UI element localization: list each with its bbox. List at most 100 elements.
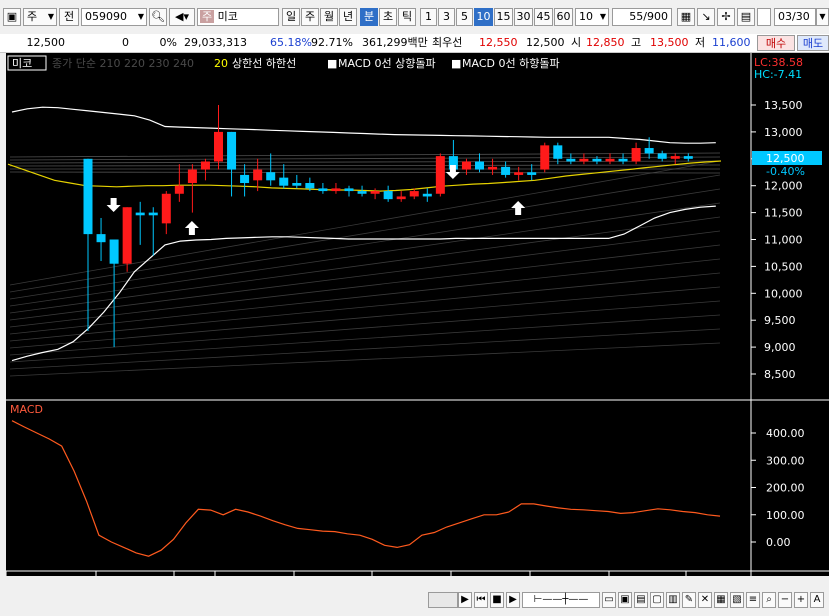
code-input[interactable]: 059090 ▼ [81,8,147,26]
grid-icon[interactable]: ▦ [677,8,695,26]
legend-ma-num: 20 [214,57,228,70]
interval-60[interactable]: 60 [554,8,573,26]
macd-line [11,420,721,557]
font-size-icon[interactable]: A [810,592,824,608]
candle-body [292,183,302,186]
speaker-icon[interactable]: ◀▾ [169,8,195,26]
crosshair-icon[interactable]: ✢ [717,8,735,26]
checkbox[interactable] [757,8,771,26]
tab-minute[interactable]: 분 [360,8,378,26]
first-icon[interactable]: ⏮ [474,592,488,608]
legend-band: 상한선 하한선 [232,56,296,70]
candle-body [148,212,158,216]
list-icon[interactable]: ≡ [746,592,760,608]
time-label: 15:30:00 [762,574,811,576]
search-icon[interactable]: 🔍︎ [149,8,167,26]
interval-5[interactable]: 5 [456,8,473,26]
up-arrow-icon [511,201,526,215]
interval-select-value: 10 [579,10,593,23]
interval-3[interactable]: 3 [438,8,455,26]
candle-body [161,193,171,224]
candle-body [383,191,393,200]
buy-button[interactable]: 매수 [757,35,795,51]
candle-body [96,234,106,243]
candle-body [488,166,498,170]
candle-body [370,191,380,194]
layout-icon[interactable]: ▤ [634,592,648,608]
interval-1[interactable]: 1 [420,8,437,26]
stock-name-field[interactable]: 주 미코 [197,8,279,26]
tab-year[interactable]: 년 [339,8,357,26]
zoom-in-icon[interactable]: + [794,592,808,608]
sell-button[interactable]: 매도 [797,35,829,51]
search-icon[interactable]: ⌕ [762,592,776,608]
legend-macd-up-marker: ■ [327,57,337,70]
quote-open: 12,850 [586,36,625,49]
chart-type-icon[interactable]: ▥ [666,592,680,608]
macd-axis: 400.00 300.00 200.00 100.00 0.00 [751,427,805,549]
quote-high-label: 고 [631,36,642,49]
print-icon[interactable]: ▦ [714,592,728,608]
candle-body [227,131,237,170]
interval-30[interactable]: 30 [514,8,533,26]
price-label: 9,500 [764,314,796,327]
chevron-down-icon[interactable]: ▼ [816,8,829,26]
interval-45[interactable]: 45 [534,8,553,26]
candle-body [318,188,328,192]
candle-body [566,158,576,162]
date-input[interactable]: 03/30 [774,8,816,26]
up-arrow-icon [184,221,199,235]
interval-select[interactable]: 10 ▼ [575,8,609,26]
candle-body [422,193,432,197]
candle-body [187,169,197,184]
play-icon[interactable]: ▶ [506,592,520,608]
range-input[interactable]: 55/900 [612,8,672,26]
mark-icon[interactable]: ✕ [698,592,712,608]
tab-week[interactable]: 주 [301,8,319,26]
channel-line [9,164,721,167]
candle-body [214,131,223,162]
interval-15[interactable]: 15 [494,8,513,26]
chevron-down-icon: ▼ [137,12,144,21]
zoom-out-icon[interactable]: − [778,592,792,608]
quote-volume: 29,033,313 [184,36,247,49]
zoom-slider[interactable]: ⊢——┼—— [522,592,600,608]
period-dropdown[interactable]: 주 ▼ [23,8,57,26]
box-icon[interactable]: ▢ [650,592,664,608]
tool-icon[interactable]: ✎ [682,592,696,608]
channel-line [9,328,721,370]
copy-icon[interactable]: ▣ [618,592,632,608]
scroll-track[interactable] [428,592,458,608]
candle-body [240,174,250,184]
price-label: 9,000 [764,341,796,354]
view-icon[interactable]: ▭ [602,592,616,608]
channel-line [9,160,721,286]
settings-icon[interactable]: ▤ [737,8,755,26]
prev-button[interactable]: 전 [59,8,79,26]
candle-body [83,158,93,235]
period-label: 주 [27,10,38,23]
macd-label: 0.00 [766,536,791,549]
upper-band-line [11,106,716,144]
stop-icon[interactable]: ■ [490,592,504,608]
save-icon[interactable]: ▧ [730,592,744,608]
candle-body [670,156,680,159]
quote-current: 12,500 [526,36,565,49]
price-label: 12,000 [764,180,803,193]
tab-tick[interactable]: 틱 [398,8,416,26]
candle-body [605,158,615,162]
candle-body [331,188,341,192]
interval-10[interactable]: 10 [474,8,493,26]
tab-month[interactable]: 월 [320,8,338,26]
window-icon[interactable]: ▣ [3,8,21,26]
price-label: 8,500 [764,368,796,381]
draw-tool-icon[interactable]: ↘ [697,8,715,26]
tab-day[interactable]: 일 [282,8,300,26]
scroll-right-icon[interactable]: ▶ [458,592,472,608]
chart-area[interactable]: 미코 종가 단순 210 220 230 240 20 상한선 하한선 ■ MA… [5,53,829,587]
channel-line [9,216,721,314]
candle-body [514,172,524,175]
candle-body [631,148,641,162]
candle-body [657,153,667,159]
tab-second[interactable]: 초 [379,8,397,26]
